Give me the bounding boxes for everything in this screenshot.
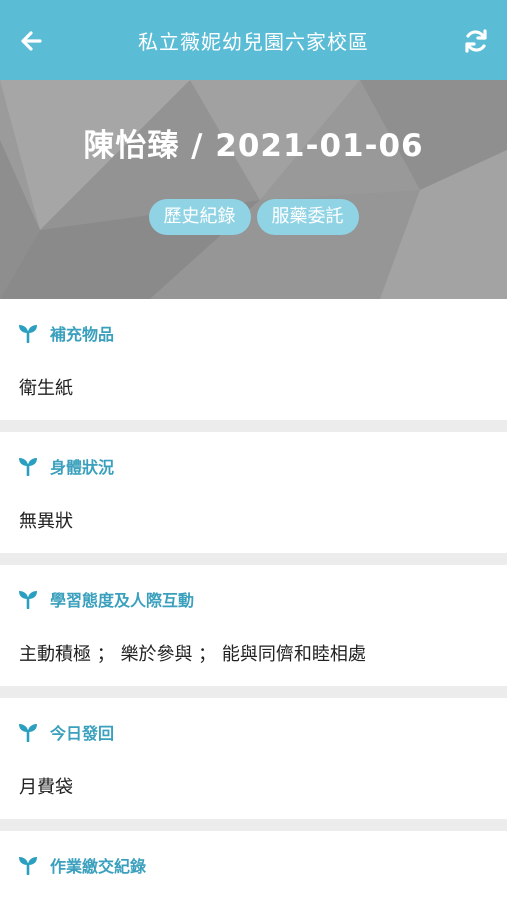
section-sent-home: 今日發回 月費袋 bbox=[0, 698, 507, 819]
section-homework: 作業繳交紀錄 bbox=[0, 831, 507, 900]
medication-request-button[interactable]: 服藥委託 bbox=[256, 199, 359, 235]
refresh-icon bbox=[465, 29, 487, 53]
banner-background bbox=[0, 80, 507, 299]
section-title: 作業繳交紀錄 bbox=[50, 857, 147, 876]
section-header: 今日發回 bbox=[18, 720, 114, 744]
sprout-icon bbox=[19, 591, 37, 609]
section-supplies: 補充物品 衛生紙 bbox=[0, 299, 507, 420]
section-header: 學習態度及人際互動 bbox=[18, 587, 194, 611]
section-header: 補充物品 bbox=[18, 321, 114, 345]
sprout-icon bbox=[19, 724, 37, 742]
history-button[interactable]: 歷史紀錄 bbox=[148, 199, 251, 235]
section-learning-attitude: 學習態度及人際互動 主動積極 ； 樂於參與 ； 能與同儕和睦相處 bbox=[0, 565, 507, 686]
sprout-icon bbox=[19, 857, 37, 875]
back-button[interactable] bbox=[14, 24, 48, 58]
section-title: 學習態度及人際互動 bbox=[50, 591, 195, 610]
refresh-button[interactable] bbox=[459, 24, 493, 58]
section-title: 補充物品 bbox=[50, 325, 115, 344]
section-value: 無異狀 bbox=[19, 511, 73, 532]
app-header: 私立薇妮幼兒園六家校區 bbox=[0, 0, 507, 80]
arrow-left-icon bbox=[21, 31, 42, 51]
section-value: 主動積極 ； 樂於參與 ； 能與同儕和睦相處 bbox=[19, 644, 366, 665]
section-header: 身體狀況 bbox=[18, 454, 114, 478]
sprout-icon bbox=[19, 458, 37, 476]
section-value: 月費袋 bbox=[19, 777, 73, 798]
section-health: 身體狀況 無異狀 bbox=[0, 432, 507, 553]
section-title: 身體狀況 bbox=[50, 458, 115, 477]
student-name-date: 陳怡臻 / 2021-01-06 bbox=[83, 128, 424, 164]
student-banner: 陳怡臻 / 2021-01-06 歷史紀錄 服藥委託 bbox=[0, 80, 507, 299]
section-value: 衛生紙 bbox=[19, 378, 73, 399]
section-header: 作業繳交紀錄 bbox=[18, 853, 146, 877]
page-title: 私立薇妮幼兒園六家校區 bbox=[138, 29, 369, 54]
section-title: 今日發回 bbox=[50, 724, 115, 743]
action-pills: 歷史紀錄 服藥委託 bbox=[0, 199, 507, 235]
sprout-icon bbox=[19, 325, 37, 343]
